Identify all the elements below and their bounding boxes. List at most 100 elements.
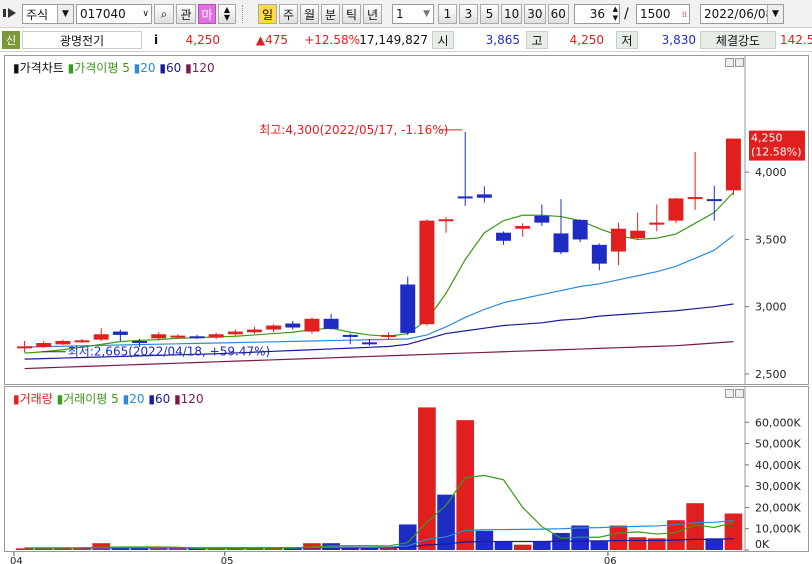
quick-interval-button[interactable]: 1 (438, 4, 457, 24)
minimize-icon[interactable] (725, 389, 734, 398)
legend-ma120: ▮120 (185, 61, 215, 75)
candle-body (189, 336, 205, 339)
interval-select[interactable]: 1 ▼ (392, 4, 434, 24)
volume-bar (609, 525, 628, 550)
candle-body (93, 334, 109, 340)
tab-period-4[interactable]: 틱 (342, 4, 361, 24)
spinner-icon[interactable]: ▲ ▼ (613, 5, 618, 23)
search-icon: ⌕ (160, 6, 168, 21)
candle-body (496, 232, 511, 241)
tab-period-5[interactable]: 년 (363, 4, 382, 24)
maximize-icon[interactable] (735, 58, 744, 67)
x-tick-label: 04 (10, 556, 23, 564)
candle-body (476, 194, 492, 198)
chevron-down-icon[interactable]: ▼ (57, 5, 73, 23)
quick-interval-button[interactable]: 60 (547, 4, 569, 24)
low-label: 저 (616, 31, 638, 49)
y-tick-label: 40,000K (755, 459, 801, 472)
candle-body (381, 334, 397, 337)
quick-interval-button[interactable]: 5 (480, 4, 499, 24)
high-annotation: 최고:4,300(2022/05/17, -1.16%) (259, 123, 448, 137)
candle-body (706, 199, 722, 202)
quick-interval-button[interactable]: 3 (459, 4, 478, 24)
y-tick-label: 20,000K (755, 501, 801, 514)
chevron-down-icon[interactable]: ▼ (423, 9, 430, 19)
price-chart-title: 가격차트 (19, 61, 64, 75)
date-picker[interactable]: 2022/06/08 ▼ (700, 4, 784, 24)
y-tick-label: 3,500 (755, 233, 787, 246)
candle-body (361, 342, 377, 345)
candle-body (112, 331, 128, 335)
gwan-button[interactable]: 관 (176, 4, 196, 24)
ma-button[interactable]: 마 (198, 4, 216, 24)
change-percent: +12.58% (304, 33, 360, 47)
candle-body (227, 331, 243, 335)
volume-bar (724, 513, 743, 550)
volume-bar (533, 541, 551, 550)
quick-interval-button[interactable]: 10 (501, 4, 523, 24)
volume-chart: 0K 10,000K 20,000K 30,000K 40,000K 50,000K 60,… (15, 387, 801, 551)
candle-body (151, 334, 167, 339)
max-count-input[interactable]: 1500 ⁞⁞ (636, 4, 690, 24)
maximize-icon[interactable] (735, 389, 744, 398)
volume-chart-panel: 0K 10,000K 20,000K 30,000K 40,000K 50,000K 60,… (4, 386, 809, 552)
updown-spinner[interactable]: ▲ ▼ (218, 4, 236, 24)
ma-label: 마 (201, 7, 213, 22)
tab-period-1[interactable]: 주 (279, 4, 298, 24)
candle-body (342, 334, 358, 337)
count-input[interactable]: 36 ▲ ▼ (574, 4, 620, 24)
quick-interval-button[interactable]: 30 (524, 4, 546, 24)
search-button[interactable]: ⌕ (154, 4, 174, 24)
candle-body (170, 335, 186, 338)
divider (242, 5, 250, 23)
y-tick-label: 30,000K (755, 480, 801, 493)
candle-body (400, 284, 416, 333)
strength-value: 142.5 (780, 33, 812, 47)
tab-period-3[interactable]: 분 (321, 4, 340, 24)
y-tick-label: 60,000K (755, 416, 801, 429)
candle-body (457, 196, 473, 199)
slash-separator: / (624, 6, 629, 22)
candle-body (611, 228, 626, 252)
chevron-down-icon[interactable]: ▼ (767, 5, 783, 23)
candle-body (17, 346, 33, 349)
volume-bar (590, 541, 609, 550)
y-tick-label: 0K (755, 538, 770, 551)
high-label: 고 (526, 31, 548, 49)
volume-bar (494, 541, 513, 550)
price-legend: ▮가격차트 ▮가격이평 5 ▮20 ▮60 ▮120 (13, 61, 215, 75)
y-tick-label: 3,000 (755, 301, 787, 314)
candle-body (630, 230, 646, 239)
legend-ma5: ▮가격이평 5 (67, 61, 130, 75)
chevron-down-icon[interactable]: ∨ (142, 9, 149, 19)
y-tick-label: 10,000K (755, 523, 801, 536)
menu-arrow-icon[interactable] (3, 6, 19, 20)
candle-body (668, 198, 684, 221)
last-price-label: 4,250 (751, 132, 783, 145)
tab-period-2[interactable]: 월 (300, 4, 319, 24)
code-value: 017040 (80, 7, 126, 21)
legend-vol-ma120: ▮120 (174, 392, 204, 406)
legend-vol-ma5: ▮거래이평 5 (56, 392, 119, 406)
price-change: ▲475 (255, 33, 288, 47)
candle-body (285, 323, 301, 328)
market-select[interactable]: 주식 ▼ (22, 4, 74, 24)
candle-body (208, 334, 224, 338)
code-input[interactable]: 017040 ∨ (76, 4, 152, 24)
stock-name[interactable]: 광명전기 (22, 31, 142, 49)
tab-period-0[interactable]: 일 (258, 4, 277, 24)
candle-body (132, 340, 147, 343)
info-button[interactable]: i (148, 31, 164, 49)
candle-body (534, 215, 550, 223)
minimize-icon[interactable] (725, 58, 734, 67)
y-tick-label: 2,500 (755, 368, 787, 381)
max-count-value: 1500 (640, 7, 671, 21)
legend-ma60: ▮60 (159, 61, 182, 75)
candle-body (419, 220, 435, 325)
low-annotation: 최저:2,665(2022/04/18, +59.47%) (68, 345, 270, 359)
count-value: 36 (589, 7, 605, 21)
dots-icon[interactable]: ⁞⁞ (682, 10, 687, 19)
open-label: 시 (432, 31, 454, 49)
low-value: 3,830 (661, 33, 696, 47)
candle-body (515, 226, 531, 229)
